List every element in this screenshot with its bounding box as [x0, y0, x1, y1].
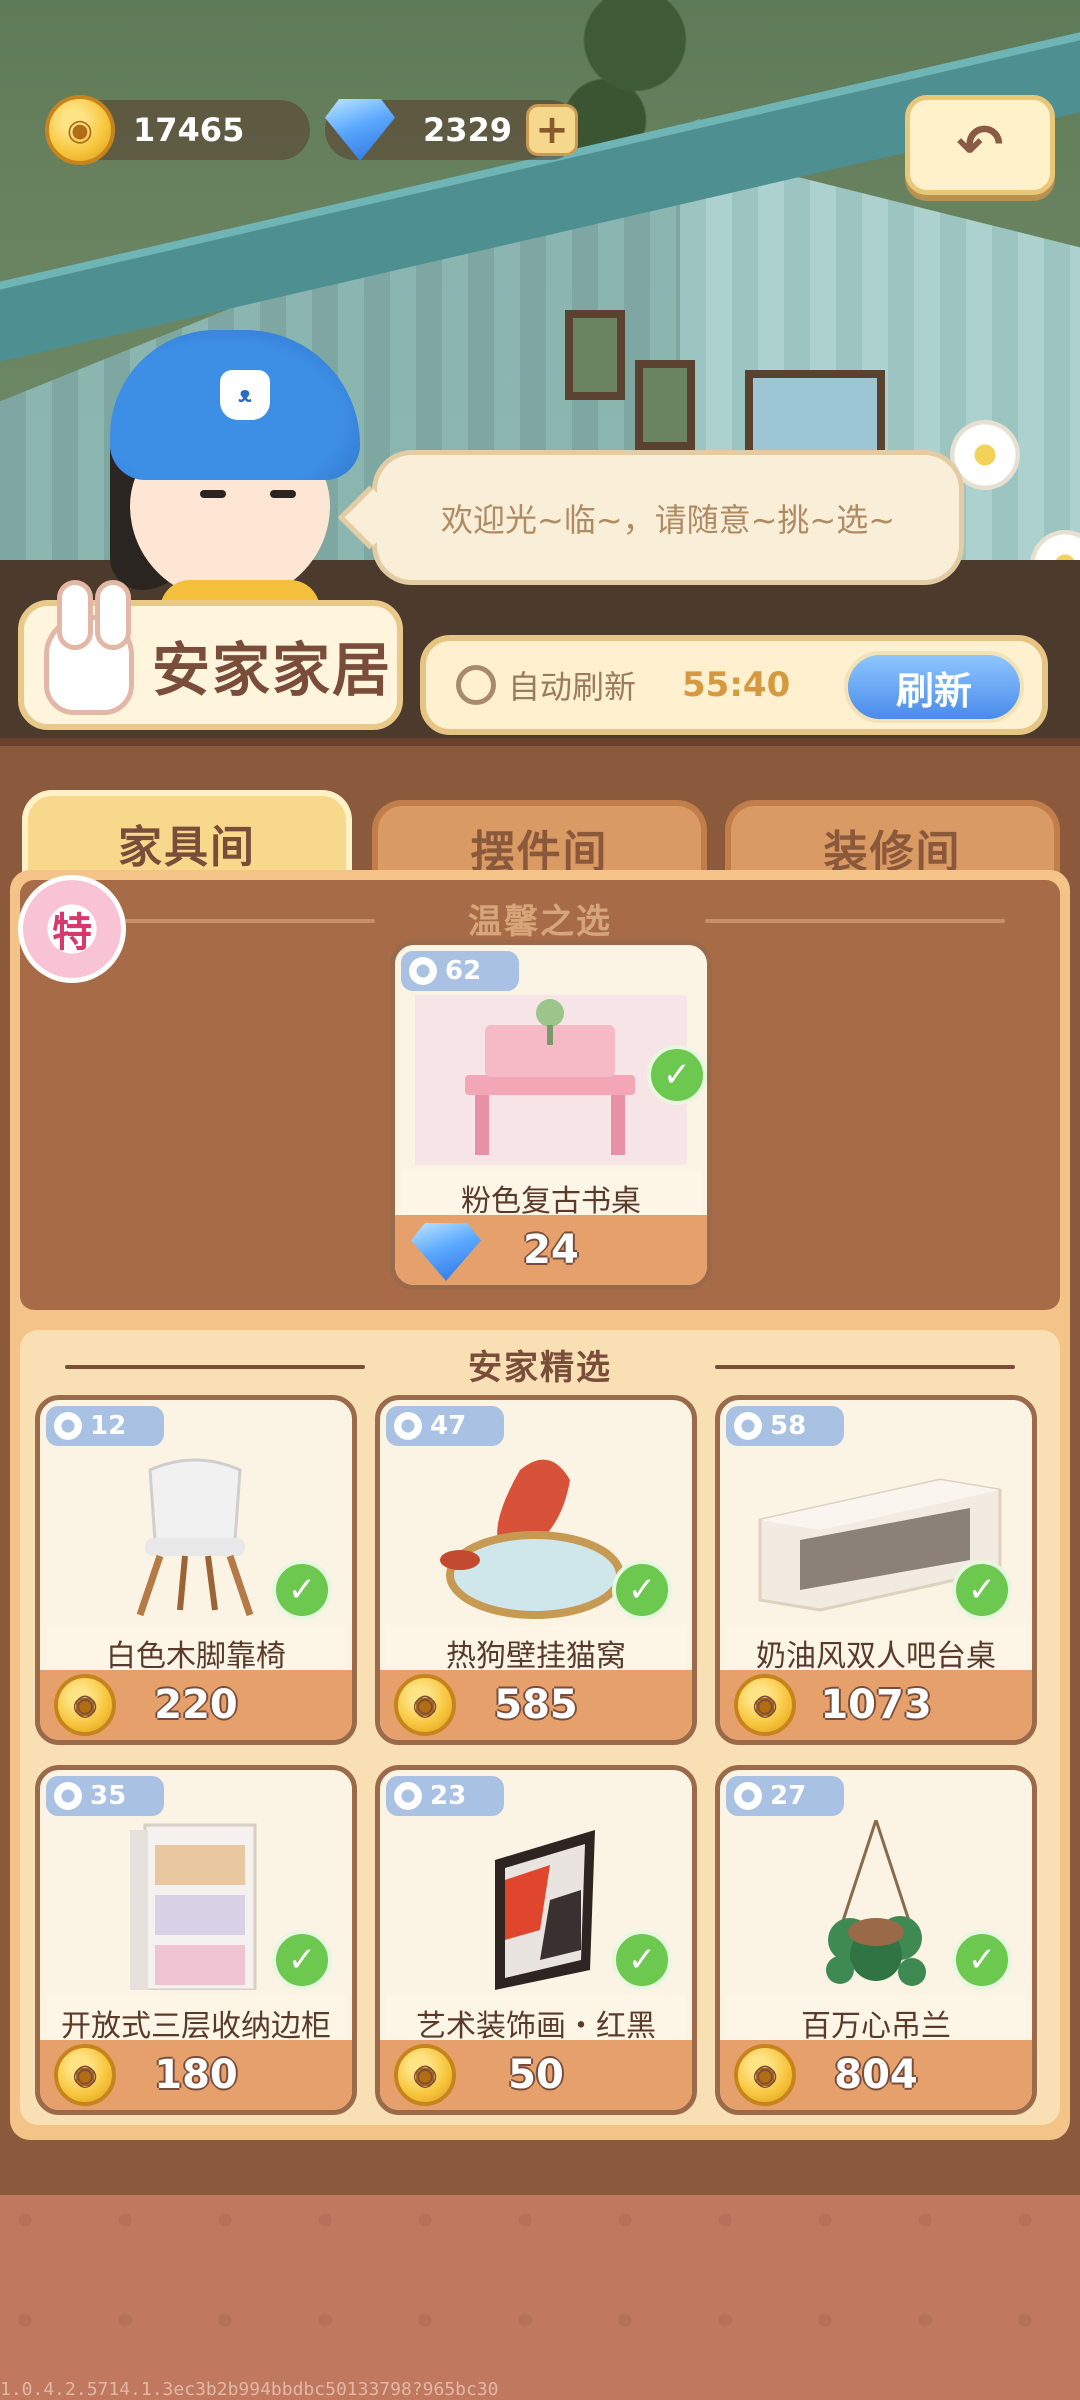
refresh-button[interactable]: 刷新	[844, 651, 1024, 723]
curated-section: 安家精选 12 ✓ 白色木脚靠椅 ◉ 220 47 ✓ 热狗壁挂猫窝 ◉ 585…	[20, 1330, 1060, 2125]
speech-text: 欢迎光~临~，请随意~挑~选~	[440, 500, 896, 539]
coin-amount: 17465	[133, 111, 245, 149]
clock-icon	[456, 665, 496, 705]
level-badge: 35	[46, 1776, 164, 1816]
build-version: 1.0.4.2.5714.1.3ec3b2b994bbdbc50133798?9…	[0, 2379, 499, 2400]
price-value: 24	[523, 1227, 579, 1273]
item-card[interactable]: 47 ✓ 热狗壁挂猫窝 ◉ 585	[375, 1395, 697, 1745]
level-badge: 12	[46, 1406, 164, 1446]
gem-icon	[411, 1223, 481, 1281]
coin-icon: ◉	[54, 1674, 116, 1736]
level-value: 12	[90, 1411, 127, 1441]
bottom-decoration: 1.0.4.2.5714.1.3ec3b2b994bbdbc50133798?9…	[0, 2195, 1080, 2400]
flower-icon	[54, 1782, 82, 1810]
flower-icon	[54, 1412, 82, 1440]
price-value: 585	[494, 1682, 578, 1728]
owned-check-icon: ✓	[952, 1930, 1012, 1990]
level-value: 23	[430, 1781, 467, 1811]
owned-check-icon: ✓	[612, 1560, 672, 1620]
item-price[interactable]: 24	[395, 1215, 707, 1285]
price-value: 220	[154, 1682, 238, 1728]
npc-eye	[200, 490, 226, 498]
level-value: 47	[430, 1411, 467, 1441]
special-tag: 特	[18, 875, 126, 983]
gem-icon	[325, 99, 395, 161]
coin-icon: ◉	[54, 2044, 116, 2106]
bunny-icon	[44, 580, 134, 715]
owned-check-icon: ✓	[647, 1045, 707, 1105]
item-price[interactable]: ◉ 804	[720, 2040, 1032, 2110]
curated-section-title: 安家精选	[20, 1340, 1060, 1389]
item-card[interactable]: 58 ✓ 奶油风双人吧台桌 ◉ 1073	[715, 1395, 1037, 1745]
coin-icon: ◉	[394, 2044, 456, 2106]
gem-counter: 2329 +	[325, 99, 580, 161]
price-value: 1073	[820, 1682, 932, 1728]
coin-icon: ◉	[45, 95, 115, 165]
item-card[interactable]: 27 ✓ 百万心吊兰 ◉ 804	[715, 1765, 1037, 2115]
level-badge: 23	[386, 1776, 504, 1816]
level-value: 62	[445, 956, 482, 986]
special-section-title: 温馨之选	[20, 894, 1060, 943]
add-gems-button[interactable]: +	[526, 104, 578, 156]
auto-refresh-label: 自动刷新	[508, 668, 637, 706]
flower-icon	[734, 1782, 762, 1810]
owned-check-icon: ✓	[612, 1930, 672, 1990]
flower-icon	[409, 957, 437, 985]
divider	[715, 1364, 1015, 1369]
level-value: 58	[770, 1411, 807, 1441]
bunny-logo-icon: ᴥ	[220, 370, 270, 420]
item-price[interactable]: ◉ 180	[40, 2040, 352, 2110]
level-badge: 58	[726, 1406, 844, 1446]
flower-icon	[394, 1412, 422, 1440]
level-value: 35	[90, 1781, 127, 1811]
npc-eye	[270, 490, 296, 498]
price-value: 804	[834, 2052, 918, 2098]
item-card[interactable]: 35 ✓ 开放式三层收纳边柜 ◉ 180	[35, 1765, 357, 2115]
refresh-bar: 自动刷新 55:40 刷新	[420, 635, 1048, 735]
speech-bubble: 欢迎光~临~，请随意~挑~选~	[372, 450, 964, 585]
shop-content: 温馨之选 62 ✓ 粉色复古书桌 24 安家精选 12 ✓ 白色木脚靠椅 ◉ 2…	[10, 870, 1070, 2140]
divider	[705, 918, 1005, 923]
item-price[interactable]: ◉ 585	[380, 1670, 692, 1740]
coin-icon: ◉	[734, 1674, 796, 1736]
item-price[interactable]: ◉ 50	[380, 2040, 692, 2110]
owned-check-icon: ✓	[272, 1560, 332, 1620]
level-badge: 47	[386, 1406, 504, 1446]
price-value: 50	[508, 2052, 564, 2098]
curated-section-label: 安家精选	[468, 1348, 612, 1388]
refresh-timer: 55:40	[682, 665, 791, 705]
level-value: 27	[770, 1781, 807, 1811]
item-price[interactable]: ◉ 220	[40, 1670, 352, 1740]
pink-desk-image	[415, 995, 687, 1165]
picture-frame	[565, 310, 625, 400]
level-badge: 62	[401, 951, 519, 991]
item-card-special[interactable]: 62 ✓ 粉色复古书桌 24	[390, 940, 712, 1290]
item-price[interactable]: ◉ 1073	[720, 1670, 1032, 1740]
owned-check-icon: ✓	[952, 1560, 1012, 1620]
special-section: 温馨之选 62 ✓ 粉色复古书桌 24	[20, 880, 1060, 1310]
coin-icon: ◉	[394, 1674, 456, 1736]
item-card[interactable]: 12 ✓ 白色木脚靠椅 ◉ 220	[35, 1395, 357, 1745]
gem-amount: 2329	[423, 111, 513, 149]
divider	[65, 1364, 365, 1369]
price-value: 180	[154, 2052, 238, 2098]
shop-sign: 安家家居	[18, 580, 403, 730]
picture-frame	[635, 360, 695, 450]
coin-icon: ◉	[734, 2044, 796, 2106]
owned-check-icon: ✓	[272, 1930, 332, 1990]
flower-icon	[394, 1782, 422, 1810]
shop-name: 安家家居	[152, 636, 393, 704]
back-arrow-icon: ↶	[956, 112, 1004, 178]
item-card[interactable]: 23 ✓ 艺术装饰画・红黑 ◉ 50	[375, 1765, 697, 2115]
level-badge: 27	[726, 1776, 844, 1816]
special-section-label: 温馨之选	[468, 902, 612, 942]
flower-icon	[734, 1412, 762, 1440]
coin-counter: ◉ 17465	[45, 95, 310, 165]
back-button[interactable]: ↶	[905, 95, 1055, 195]
